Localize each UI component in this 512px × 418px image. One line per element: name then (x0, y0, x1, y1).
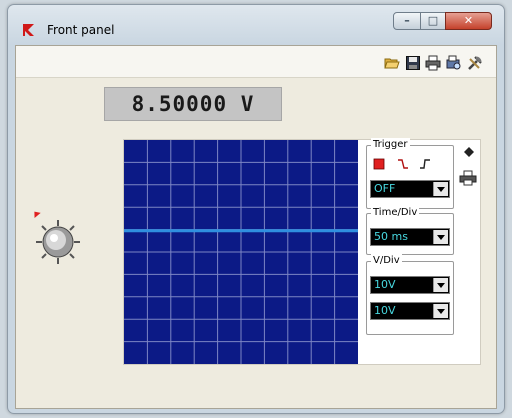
v-div-ch2-value: 10V (374, 304, 396, 317)
app-logo-icon (23, 24, 34, 36)
oscilloscope-panel: Trigger OFF Time/Div 50 ms V/Div 10V 10V (123, 138, 481, 365)
trigger-mode-value: OFF (374, 182, 396, 195)
knob-indicator-icon (31, 209, 41, 218)
rising-edge-icon[interactable] (419, 158, 431, 170)
close-button[interactable]: ✕ (445, 12, 492, 30)
v-div-ch1-value: 10V (374, 278, 396, 291)
chevron-down-icon[interactable] (433, 304, 448, 318)
print-icon[interactable] (425, 55, 441, 71)
trigger-label: Trigger (371, 138, 410, 152)
title-bar[interactable]: Front panel – □ ✕ (8, 5, 504, 45)
panel-client-area: 8.50000 V Trigger OFF Time/Div 50 ms V/D… (15, 45, 497, 409)
time-div-value: 50 ms (374, 230, 408, 243)
adjust-knob[interactable] (34, 218, 82, 266)
minimize-button[interactable]: – (393, 12, 421, 30)
chevron-down-icon[interactable] (433, 278, 448, 292)
toolbar (16, 46, 496, 78)
maximize-icon: □ (427, 14, 439, 27)
trigger-group: Trigger OFF (366, 138, 454, 209)
v-div-ch1-select[interactable]: 10V (370, 276, 450, 294)
tools-icon[interactable] (467, 55, 483, 71)
front-panel-window: Front panel – □ ✕ 8.50000 V Trigger OFF … (7, 4, 505, 414)
chevron-down-icon[interactable] (433, 230, 448, 244)
v-div-ch2-select[interactable]: 10V (370, 302, 450, 320)
time-div-select[interactable]: 50 ms (370, 228, 450, 246)
open-folder-icon[interactable] (384, 55, 400, 71)
print-preview-icon[interactable] (446, 55, 462, 71)
save-icon[interactable] (405, 55, 421, 71)
trigger-mode-select[interactable]: OFF (370, 180, 450, 198)
printer-icon[interactable] (459, 170, 477, 186)
v-div-label: V/Div (371, 254, 402, 268)
cursor-icon[interactable] (463, 146, 475, 158)
trigger-icons (371, 158, 449, 172)
maximize-button[interactable]: □ (420, 12, 446, 30)
minimize-icon: – (404, 14, 410, 27)
voltage-readout: 8.50000 V (104, 87, 282, 121)
chevron-down-icon[interactable] (433, 182, 448, 196)
close-icon: ✕ (463, 14, 474, 27)
time-div-group: Time/Div 50 ms (366, 206, 454, 255)
stop-square-icon[interactable] (373, 158, 385, 170)
window-title: Front panel (47, 23, 115, 37)
oscilloscope-screen (124, 140, 358, 364)
v-div-group: V/Div 10V 10V (366, 254, 454, 335)
falling-edge-icon[interactable] (397, 158, 409, 170)
time-div-label: Time/Div (371, 206, 420, 220)
